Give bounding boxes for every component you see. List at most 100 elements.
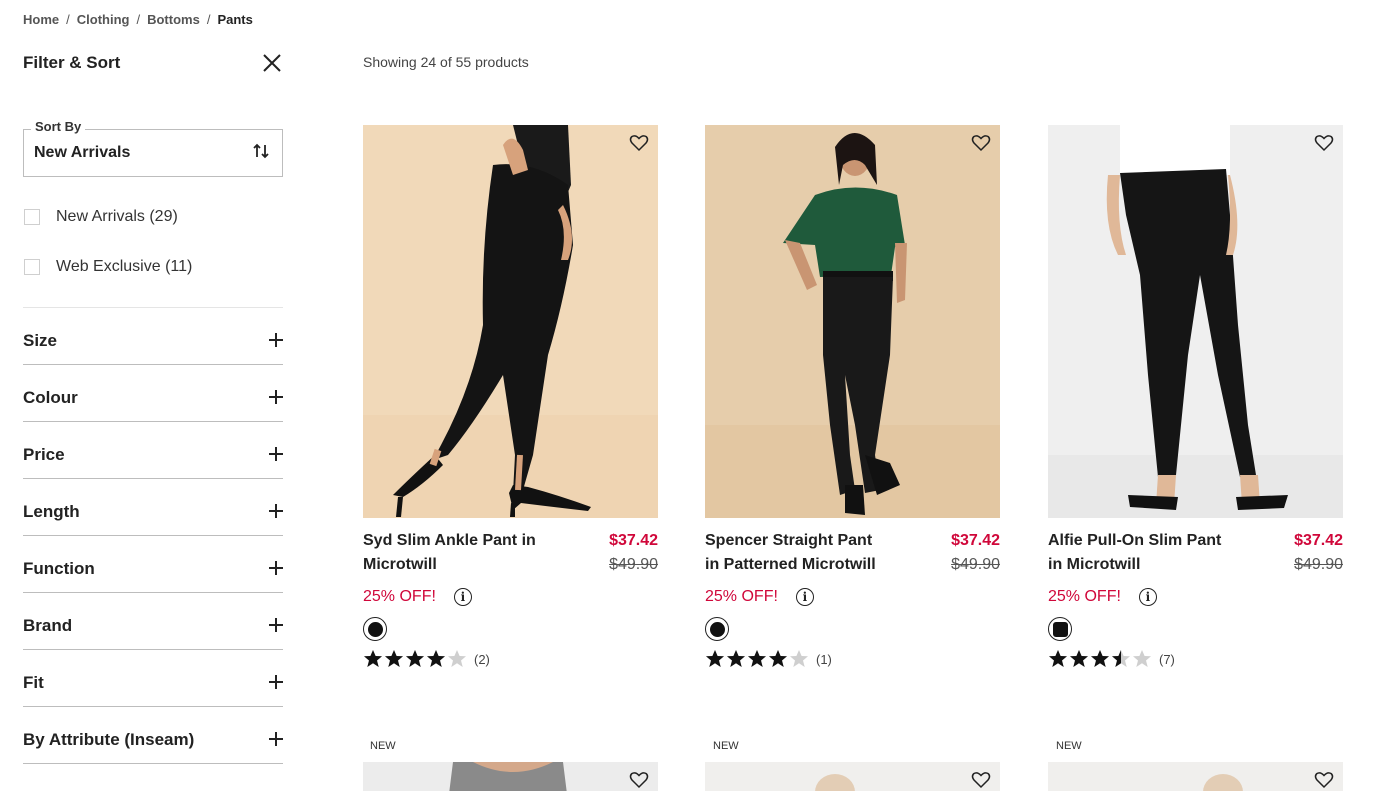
sort-label: Sort By bbox=[31, 119, 86, 134]
product-prices: $37.42 $49.90 bbox=[609, 529, 658, 577]
accordion-length[interactable]: Length bbox=[23, 479, 283, 536]
accordion-size[interactable]: Size bbox=[23, 308, 283, 365]
checkbox-label: New Arrivals (29) bbox=[56, 208, 178, 225]
accordion-inseam[interactable]: By Attribute (Inseam) bbox=[23, 707, 283, 764]
product-image[interactable] bbox=[705, 125, 1000, 518]
accordion-label: By Attribute (Inseam) bbox=[23, 730, 195, 749]
star-icon bbox=[364, 650, 382, 667]
sort-value: New Arrivals bbox=[34, 144, 131, 161]
product-name[interactable]: Spencer Straight Pant in Patterned Micro… bbox=[705, 529, 880, 577]
sort-select[interactable]: Sort By New Arrivals bbox=[23, 119, 283, 177]
discount-row: 25% OFF! i bbox=[1048, 585, 1343, 609]
discount-row: 25% OFF! i bbox=[363, 585, 658, 609]
accordion-label: Size bbox=[23, 331, 58, 350]
star-rating bbox=[705, 649, 810, 669]
product-name[interactable]: Alfie Pull-On Slim Pant in Microtwill bbox=[1048, 529, 1223, 577]
accordion-fit[interactable]: Fit bbox=[23, 650, 283, 707]
accordion-function[interactable]: Function bbox=[23, 536, 283, 593]
product-image[interactable] bbox=[363, 762, 658, 791]
plus-icon bbox=[269, 675, 283, 689]
sale-price: $37.42 bbox=[951, 532, 1000, 549]
color-swatch[interactable] bbox=[1048, 617, 1072, 641]
breadcrumb-clothing[interactable]: Clothing bbox=[77, 12, 130, 27]
product-card: Spencer Straight Pant in Patterned Micro… bbox=[705, 125, 1000, 671]
info-icon[interactable]: i bbox=[795, 588, 814, 606]
accordion-brand[interactable]: Brand bbox=[23, 593, 283, 650]
checkbox[interactable] bbox=[24, 259, 40, 275]
breadcrumb-home[interactable]: Home bbox=[23, 12, 59, 27]
new-badge: NEW bbox=[370, 740, 396, 752]
color-swatch[interactable] bbox=[363, 617, 387, 641]
product-info: Spencer Straight Pant in Patterned Micro… bbox=[705, 529, 1000, 577]
star-icon bbox=[1049, 650, 1067, 667]
star-icon bbox=[790, 650, 808, 667]
accordion-label: Fit bbox=[23, 673, 44, 692]
sale-price: $37.42 bbox=[1294, 532, 1343, 549]
heart-icon[interactable] bbox=[629, 133, 649, 153]
accordion-colour[interactable]: Colour bbox=[23, 365, 283, 422]
product-info: Syd Slim Ankle Pant in Microtwill $37.42… bbox=[363, 529, 658, 577]
filter-title: Filter & Sort bbox=[23, 53, 121, 72]
checkbox-web-exclusive[interactable]: Web Exclusive (11) bbox=[23, 257, 283, 277]
color-swatch[interactable] bbox=[705, 617, 729, 641]
results-count: Showing 24 of 55 products bbox=[363, 54, 529, 70]
product-rating: (1) bbox=[705, 647, 1000, 671]
heart-icon[interactable] bbox=[1314, 133, 1334, 153]
swatch-color bbox=[367, 621, 383, 637]
star-icon bbox=[406, 650, 424, 667]
filter-header: Filter & Sort bbox=[23, 50, 283, 76]
breadcrumb-separator: / bbox=[206, 12, 211, 27]
swatch-color bbox=[709, 621, 725, 637]
product-info: Alfie Pull-On Slim Pant in Microtwill $3… bbox=[1048, 529, 1343, 577]
checkbox-label: Web Exclusive (11) bbox=[56, 258, 193, 275]
star-icon bbox=[727, 650, 745, 667]
review-count[interactable]: (1) bbox=[816, 652, 832, 667]
star-icon bbox=[1070, 650, 1088, 667]
original-price: $49.90 bbox=[609, 556, 658, 573]
product-image[interactable] bbox=[705, 762, 1000, 791]
checkbox-new-arrivals[interactable]: New Arrivals (29) bbox=[23, 207, 283, 227]
info-icon[interactable]: i bbox=[1138, 588, 1157, 606]
product-rating: (7) bbox=[1048, 647, 1343, 671]
star-icon bbox=[427, 650, 445, 667]
heart-icon[interactable] bbox=[971, 133, 991, 153]
star-icon bbox=[769, 650, 787, 667]
plus-icon bbox=[269, 618, 283, 632]
star-icon bbox=[1091, 650, 1109, 667]
accordion-price[interactable]: Price bbox=[23, 422, 283, 479]
sort-arrows-icon bbox=[252, 142, 270, 165]
review-count[interactable]: (2) bbox=[474, 652, 490, 667]
checkbox[interactable] bbox=[24, 209, 40, 225]
heart-icon[interactable] bbox=[1314, 770, 1334, 790]
original-price: $49.90 bbox=[1294, 556, 1343, 573]
breadcrumb-separator: / bbox=[66, 12, 70, 27]
breadcrumb-current: Pants bbox=[217, 12, 253, 27]
product-image[interactable] bbox=[1048, 125, 1343, 518]
accordion-label: Length bbox=[23, 502, 80, 521]
product-rating: (2) bbox=[363, 647, 658, 671]
product-name[interactable]: Syd Slim Ankle Pant in Microtwill bbox=[363, 529, 538, 577]
heart-icon[interactable] bbox=[629, 770, 649, 790]
accordion-label: Colour bbox=[23, 388, 78, 407]
star-icon bbox=[1112, 650, 1130, 667]
info-icon[interactable]: i bbox=[453, 588, 472, 606]
accordion-label: Function bbox=[23, 559, 95, 578]
heart-icon[interactable] bbox=[971, 770, 991, 790]
product-prices: $37.42 $49.90 bbox=[1294, 529, 1343, 577]
product-card: Alfie Pull-On Slim Pant in Microtwill $3… bbox=[1048, 125, 1343, 671]
discount-row: 25% OFF! i bbox=[705, 585, 1000, 609]
star-rating bbox=[1048, 649, 1153, 669]
product-image[interactable] bbox=[363, 125, 658, 518]
new-badge: NEW bbox=[1056, 740, 1082, 752]
product-card: Syd Slim Ankle Pant in Microtwill $37.42… bbox=[363, 125, 658, 671]
review-count[interactable]: (7) bbox=[1159, 652, 1175, 667]
product-image[interactable] bbox=[1048, 762, 1343, 791]
star-rating bbox=[363, 649, 468, 669]
breadcrumb-bottoms[interactable]: Bottoms bbox=[147, 12, 200, 27]
star-icon bbox=[706, 650, 724, 667]
discount-label: 25% OFF! bbox=[705, 588, 778, 605]
plus-icon bbox=[269, 561, 283, 575]
accordion-label: Price bbox=[23, 445, 65, 464]
accordion-label: Brand bbox=[23, 616, 73, 635]
close-icon[interactable] bbox=[261, 52, 283, 74]
